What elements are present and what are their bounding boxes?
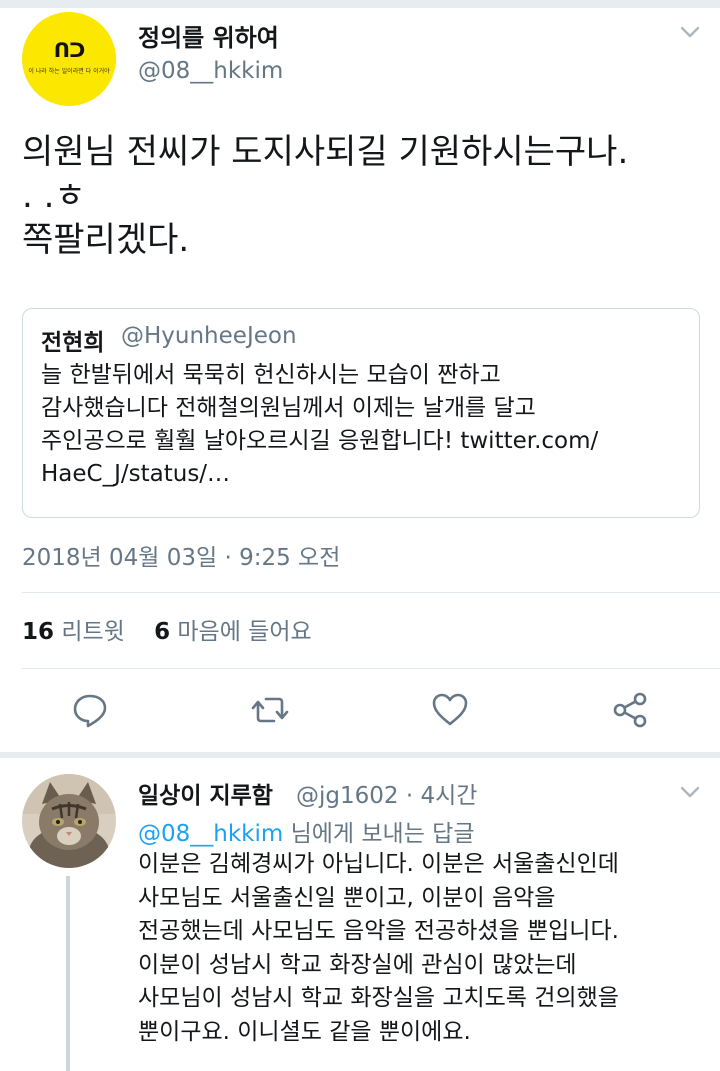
reply-author-name[interactable]: 일상이 지루함 xyxy=(138,776,273,810)
share-icon[interactable] xyxy=(610,690,650,730)
top-divider xyxy=(0,0,720,8)
tweet-timestamp: 2018년 04월 03일 · 9:25 오전 xyxy=(22,545,341,571)
chevron-down-icon[interactable] xyxy=(678,780,702,804)
tweet-text: 의원님 전씨가 도지사되길 기원하시는구나. . .ㅎ 쪽팔리겠다. xyxy=(22,132,629,260)
chevron-down-icon[interactable] xyxy=(678,20,702,44)
retweet-count: 16 xyxy=(22,619,55,645)
author-name[interactable]: 정의를 위하여 xyxy=(138,18,279,53)
like-label: 마음에 들어요 xyxy=(177,619,312,645)
thread-line xyxy=(66,876,70,1071)
retweet-label: 리트윗 xyxy=(61,619,125,645)
reply-icon[interactable] xyxy=(70,690,110,730)
replying-to-label: 님에게 보내는 답글 xyxy=(283,821,475,847)
quoted-tweet[interactable]: 전현희 @HyunheeJeon 늘 한발뒤에서 묵묵히 헌신하시는 모습이 짠… xyxy=(22,308,700,518)
divider xyxy=(22,592,720,593)
quoted-author-name: 전현희 xyxy=(41,330,105,356)
reply-text: 이분은 김혜경씨가 아닙니다. 이분은 서울출신인데 사모님도 서울출신일 뿐이… xyxy=(138,851,619,1045)
author-handle[interactable]: @08__hkkim xyxy=(138,58,283,84)
avatar[interactable]: ᑎᑐ 이 나라 하는 일이라면 다 이거야 xyxy=(22,12,116,106)
retweet-icon[interactable] xyxy=(250,690,290,730)
like-icon[interactable] xyxy=(430,690,470,730)
avatar[interactable] xyxy=(22,774,116,868)
quoted-author-handle: @HyunheeJeon xyxy=(121,323,297,349)
engagement-stats: 16 리트윗 6 마음에 들어요 xyxy=(22,612,312,646)
like-count: 6 xyxy=(154,619,171,645)
divider xyxy=(22,668,720,669)
reply-tweet[interactable]: 일상이 지루함 @jg1602 · 4시간 @08__hkkim 님에게 보내는… xyxy=(0,758,720,1071)
reply-handle-time: @jg1602 · 4시간 xyxy=(296,783,478,809)
avatar-logo-subtext: 이 나라 하는 일이라면 다 이거야 xyxy=(28,68,110,75)
avatar-logo: ᑎᑐ xyxy=(53,38,86,62)
replying-to: @08__hkkim 님에게 보내는 답글 xyxy=(138,814,475,848)
quoted-tweet-text: 늘 한발뒤에서 묵묵히 헌신하시는 모습이 짠하고 감사했습니다 전해철의원님께… xyxy=(41,362,599,487)
retweet-stat[interactable]: 16 리트윗 xyxy=(22,619,125,645)
like-stat[interactable]: 6 마음에 들어요 xyxy=(154,619,312,645)
tweet-actions xyxy=(0,680,720,736)
cat-photo xyxy=(22,774,116,868)
replying-to-mention[interactable]: @08__hkkim xyxy=(138,821,283,847)
